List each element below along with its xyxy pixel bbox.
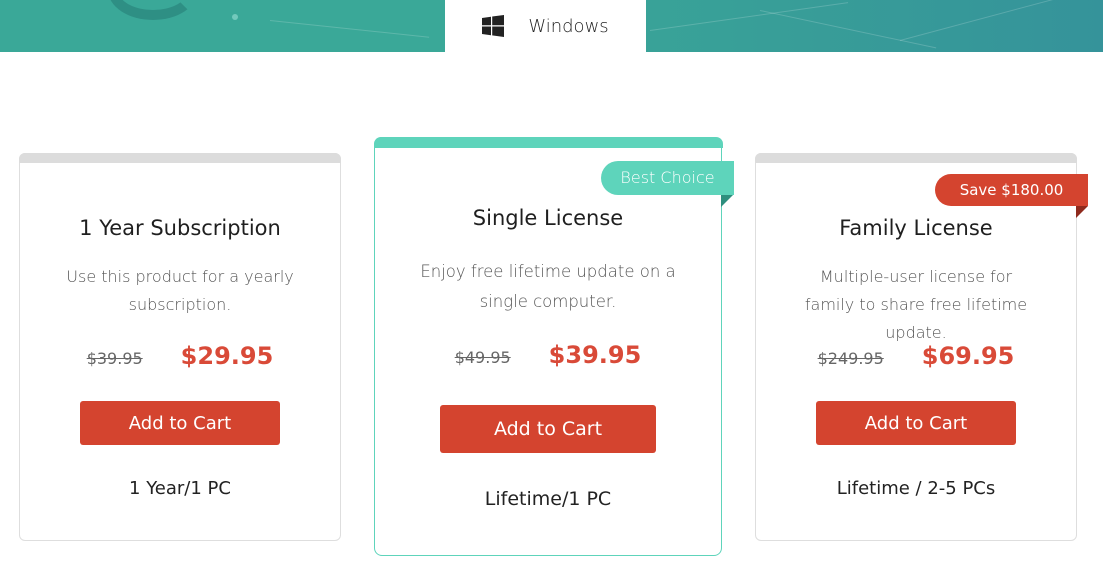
add-to-cart-button[interactable]: Add to Cart [816, 401, 1016, 445]
new-price: $69.95 [921, 342, 1015, 370]
card-top-strip [755, 153, 1077, 163]
plan-prices: $249.95 $69.95 [756, 342, 1076, 370]
banner-line [759, 10, 937, 49]
windows-icon [482, 15, 505, 37]
plan-card-family-license: Save $180.00 Family License Multiple-use… [755, 153, 1088, 541]
plan-footnote: Lifetime / 2-5 PCs [836, 478, 996, 499]
card-top-strip [19, 153, 341, 163]
ribbon-fold [721, 195, 733, 207]
new-price: $39.95 [548, 341, 642, 369]
tab-windows[interactable]: Windows [445, 0, 646, 52]
ribbon-fold [1076, 206, 1088, 218]
plan-description: Enjoy free lifetime update on a single c… [420, 262, 676, 311]
new-price: $29.95 [180, 342, 274, 370]
plan-prices: $49.95 $39.95 [375, 341, 721, 369]
old-price: $39.95 [86, 349, 143, 368]
plan-card-1-year: 1 Year Subscription Use this product for… [19, 153, 341, 541]
old-price: $249.95 [817, 349, 884, 368]
plan-description: Use this product for a yearly subscripti… [66, 267, 294, 314]
tab-windows-label: Windows [528, 15, 609, 37]
plan-prices: $39.95 $29.95 [20, 342, 340, 370]
plan-title: 1 Year Subscription [79, 216, 281, 240]
save-ribbon: Save $180.00 [935, 174, 1088, 206]
plan-description: Multiple-user license for family to shar… [804, 267, 1028, 342]
plan-footnote: Lifetime/1 PC [484, 488, 612, 510]
add-to-cart-button[interactable]: Add to Cart [80, 401, 280, 445]
banner-decoration [108, 0, 198, 20]
plan-title: Family License [839, 216, 993, 240]
plan-footnote: 1 Year/1 PC [129, 478, 231, 499]
best-choice-ribbon: Best Choice [601, 161, 734, 195]
plan-title: Single License [472, 206, 624, 230]
banner-line [269, 20, 430, 38]
old-price: $49.95 [454, 348, 511, 367]
banner-dot [232, 14, 238, 20]
banner-line [899, 0, 1103, 41]
add-to-cart-button[interactable]: Add to Cart [440, 405, 656, 453]
card-top-strip [373, 136, 723, 148]
plan-card-single-license: Best Choice Single License Enjoy free li… [373, 136, 734, 556]
banner-line [649, 2, 849, 31]
